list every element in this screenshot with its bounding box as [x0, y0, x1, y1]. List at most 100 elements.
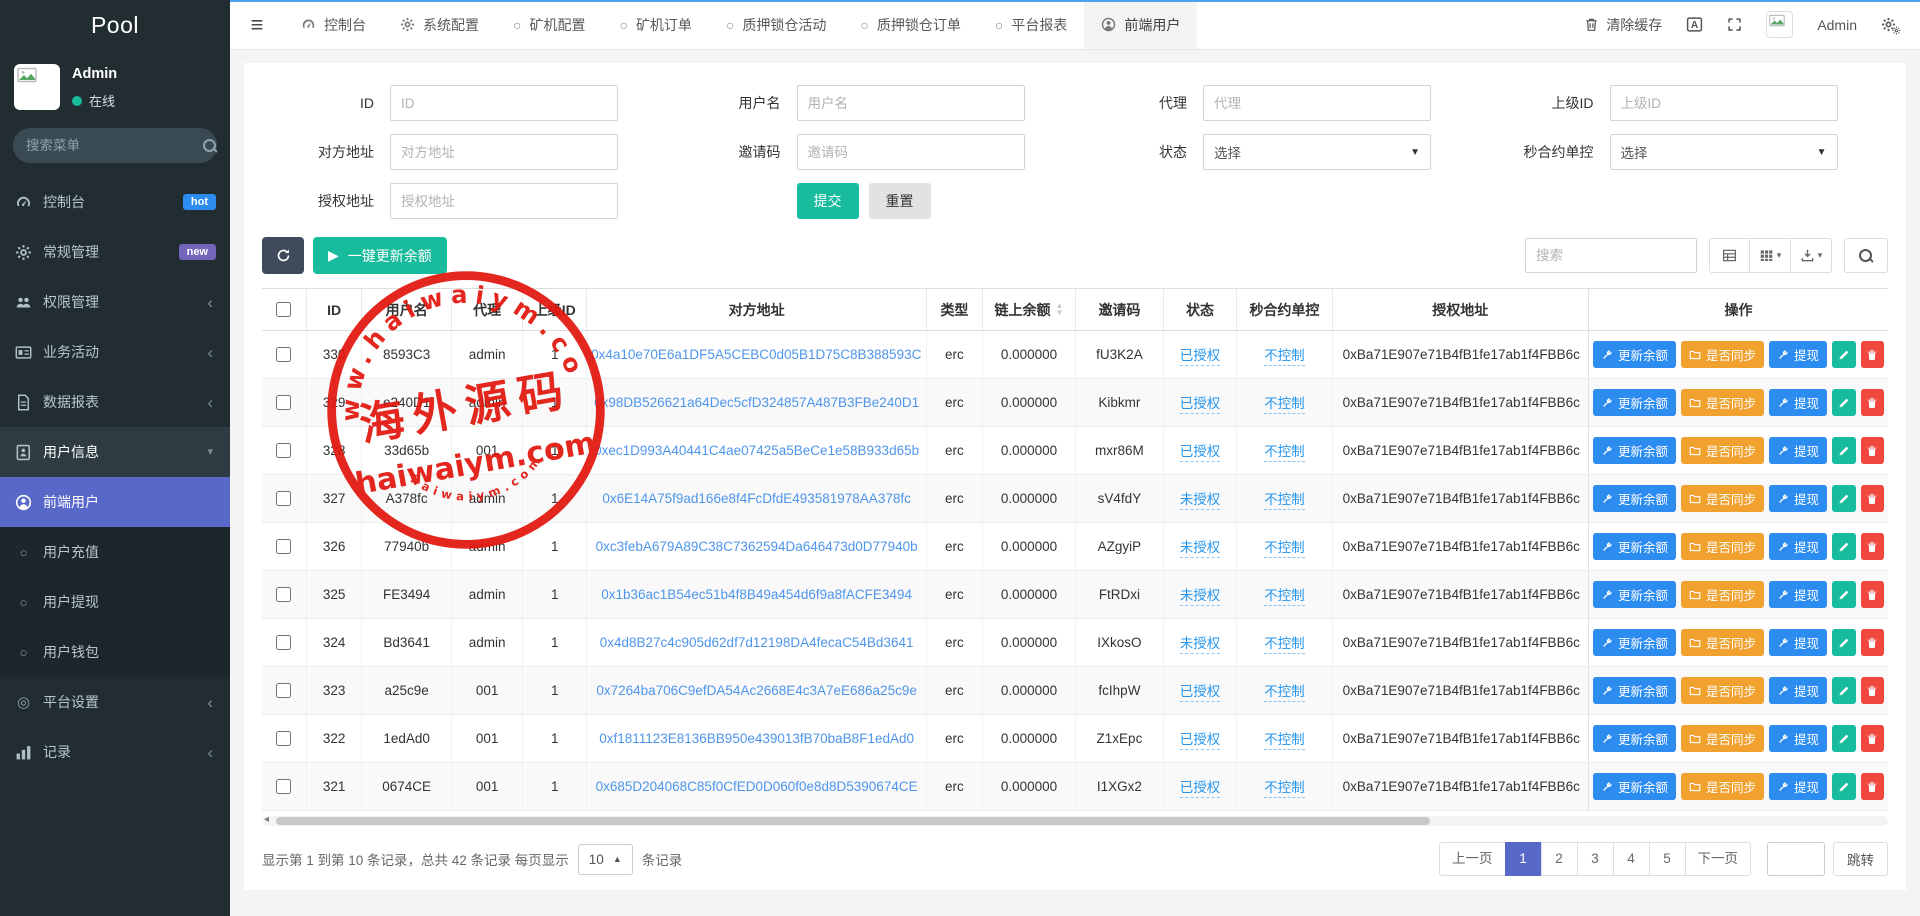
page-button-2[interactable]: 2: [1541, 842, 1578, 876]
sort-icon[interactable]: ▲▼: [1056, 303, 1064, 316]
peer-address-link[interactable]: 0xec1D993A40441C4ae07425a5BeCe1e58B933d6…: [594, 443, 919, 458]
sidebar-item-business[interactable]: 业务活动 ‹: [0, 327, 230, 377]
delete-button[interactable]: [1861, 629, 1884, 656]
select-all-checkbox[interactable]: [276, 302, 291, 317]
edit-button[interactable]: [1832, 725, 1855, 752]
row-checkbox[interactable]: [276, 587, 291, 602]
withdraw-button[interactable]: 提现: [1769, 341, 1827, 368]
page-button-3[interactable]: 3: [1577, 842, 1614, 876]
sidebar-item-reports[interactable]: 数据报表 ‹: [0, 377, 230, 427]
jump-button[interactable]: 跳转: [1833, 842, 1888, 876]
delete-button[interactable]: [1861, 533, 1884, 560]
contract-control-editable-link[interactable]: 不控制: [1264, 776, 1305, 798]
language-icon[interactable]: [1686, 16, 1703, 33]
sync-button[interactable]: 是否同步: [1681, 437, 1764, 464]
peer-address-link[interactable]: 0x4a10e70E6a1DF5A5CEBC0d05B1D75C8B388593…: [591, 347, 922, 362]
columns-button[interactable]: ▾: [1750, 238, 1791, 273]
peer-address-input[interactable]: [390, 134, 618, 170]
sync-button[interactable]: 是否同步: [1681, 581, 1764, 608]
tab-staking-orders[interactable]: ○质押锁仓订单: [843, 0, 977, 49]
fullscreen-icon[interactable]: [1727, 17, 1742, 32]
refresh-button[interactable]: [262, 237, 304, 274]
status-editable-link[interactable]: 已授权: [1180, 776, 1221, 798]
update-balance-button[interactable]: 更新余额: [1593, 629, 1676, 656]
delete-button[interactable]: [1861, 437, 1884, 464]
edit-button[interactable]: [1832, 389, 1855, 416]
id-input[interactable]: [390, 85, 618, 121]
prev-page-button[interactable]: 上一页: [1439, 842, 1506, 876]
update-balance-button[interactable]: 更新余额: [1593, 677, 1676, 704]
sidebar-item-permissions[interactable]: 权限管理 ‹: [0, 277, 230, 327]
sync-button[interactable]: 是否同步: [1681, 389, 1764, 416]
row-checkbox[interactable]: [276, 347, 291, 362]
edit-button[interactable]: [1832, 629, 1855, 656]
update-balance-button[interactable]: 更新余额: [1593, 725, 1676, 752]
settings-gears-icon[interactable]: [1881, 17, 1896, 32]
sync-button[interactable]: 是否同步: [1681, 725, 1764, 752]
edit-button[interactable]: [1832, 341, 1855, 368]
jump-page-input[interactable]: [1767, 842, 1825, 876]
withdraw-button[interactable]: 提现: [1769, 773, 1827, 800]
contract-control-editable-link[interactable]: 不控制: [1264, 344, 1305, 366]
scroll-left-icon[interactable]: ◂: [264, 814, 269, 825]
tab-miner-config[interactable]: ○矿机配置: [496, 0, 602, 49]
update-balance-button[interactable]: 更新余额: [1593, 773, 1676, 800]
withdraw-button[interactable]: 提现: [1769, 437, 1827, 464]
withdraw-button[interactable]: 提现: [1769, 485, 1827, 512]
contract-control-editable-link[interactable]: 不控制: [1264, 440, 1305, 462]
peer-address-link[interactable]: 0x1b36ac1B54ec51b4f8B49a454d6f9a8fACFE34…: [601, 587, 912, 602]
sidebar-search-input[interactable]: [26, 138, 203, 153]
row-checkbox[interactable]: [276, 491, 291, 506]
withdraw-button[interactable]: 提现: [1769, 677, 1827, 704]
delete-button[interactable]: [1861, 773, 1884, 800]
peer-address-link[interactable]: 0x98DB526621a64Dec5cfD324857A487B3FBe240…: [594, 395, 919, 410]
sync-button[interactable]: 是否同步: [1681, 341, 1764, 368]
peer-address-link[interactable]: 0xf1811123E8136BB950e439013fB70baB8F1edA…: [599, 731, 914, 746]
sidebar-item-platform-settings[interactable]: ◎ 平台设置 ‹: [0, 677, 230, 727]
navbar-username[interactable]: Admin: [1817, 17, 1857, 33]
delete-button[interactable]: [1861, 341, 1884, 368]
agent-input[interactable]: [1203, 85, 1431, 121]
scrollbar-thumb[interactable]: [276, 817, 1430, 825]
status-editable-link[interactable]: 已授权: [1180, 392, 1221, 414]
contract-control-editable-link[interactable]: 不控制: [1264, 680, 1305, 702]
status-editable-link[interactable]: 未授权: [1180, 632, 1221, 654]
status-editable-link[interactable]: 未授权: [1180, 488, 1221, 510]
sidebar-item-user-withdraw[interactable]: ○ 用户提现: [0, 577, 230, 627]
delete-button[interactable]: [1861, 485, 1884, 512]
edit-button[interactable]: [1832, 773, 1855, 800]
update-balance-button[interactable]: 更新余额: [1593, 389, 1676, 416]
contract-control-editable-link[interactable]: 不控制: [1264, 728, 1305, 750]
tab-system-config[interactable]: 系统配置: [383, 0, 496, 49]
detail-view-button[interactable]: [1709, 238, 1750, 273]
update-balance-button[interactable]: 更新余额: [1593, 581, 1676, 608]
sync-button[interactable]: 是否同步: [1681, 533, 1764, 560]
contract-control-select[interactable]: 选择▼: [1610, 134, 1838, 170]
row-checkbox[interactable]: [276, 443, 291, 458]
delete-button[interactable]: [1861, 725, 1884, 752]
sidebar-item-general[interactable]: 常规管理 new: [0, 227, 230, 277]
sidebar-item-dashboard[interactable]: 控制台 hot: [0, 177, 230, 227]
username-input[interactable]: [797, 85, 1025, 121]
row-checkbox[interactable]: [276, 539, 291, 554]
status-editable-link[interactable]: 已授权: [1180, 440, 1221, 462]
invite-code-input[interactable]: [797, 134, 1025, 170]
row-checkbox[interactable]: [276, 731, 291, 746]
update-balance-button[interactable]: 更新余额: [1593, 533, 1676, 560]
parent-id-input[interactable]: [1610, 85, 1838, 121]
peer-address-link[interactable]: 0x7264ba706C9efDA54Ac2668E4c3A7eE686a25c…: [596, 683, 917, 698]
sidebar-item-records[interactable]: 记录 ‹: [0, 727, 230, 777]
status-select[interactable]: 选择▼: [1203, 134, 1431, 170]
contract-control-editable-link[interactable]: 不控制: [1264, 536, 1305, 558]
delete-button[interactable]: [1861, 677, 1884, 704]
peer-address-link[interactable]: 0x4d8B27c4c905d62df7d12198DA4fecaC54Bd36…: [600, 635, 914, 650]
row-checkbox[interactable]: [276, 683, 291, 698]
update-balance-button[interactable]: 更新余额: [1593, 485, 1676, 512]
edit-button[interactable]: [1832, 485, 1855, 512]
status-editable-link[interactable]: 已授权: [1180, 344, 1221, 366]
clear-cache-button[interactable]: 清除缓存: [1584, 15, 1662, 35]
reset-button[interactable]: 重置: [869, 183, 931, 219]
delete-button[interactable]: [1861, 389, 1884, 416]
status-editable-link[interactable]: 未授权: [1180, 584, 1221, 606]
peer-address-link[interactable]: 0x685D204068C85f0CfED0D060f0e8d8D5390674…: [596, 779, 918, 794]
